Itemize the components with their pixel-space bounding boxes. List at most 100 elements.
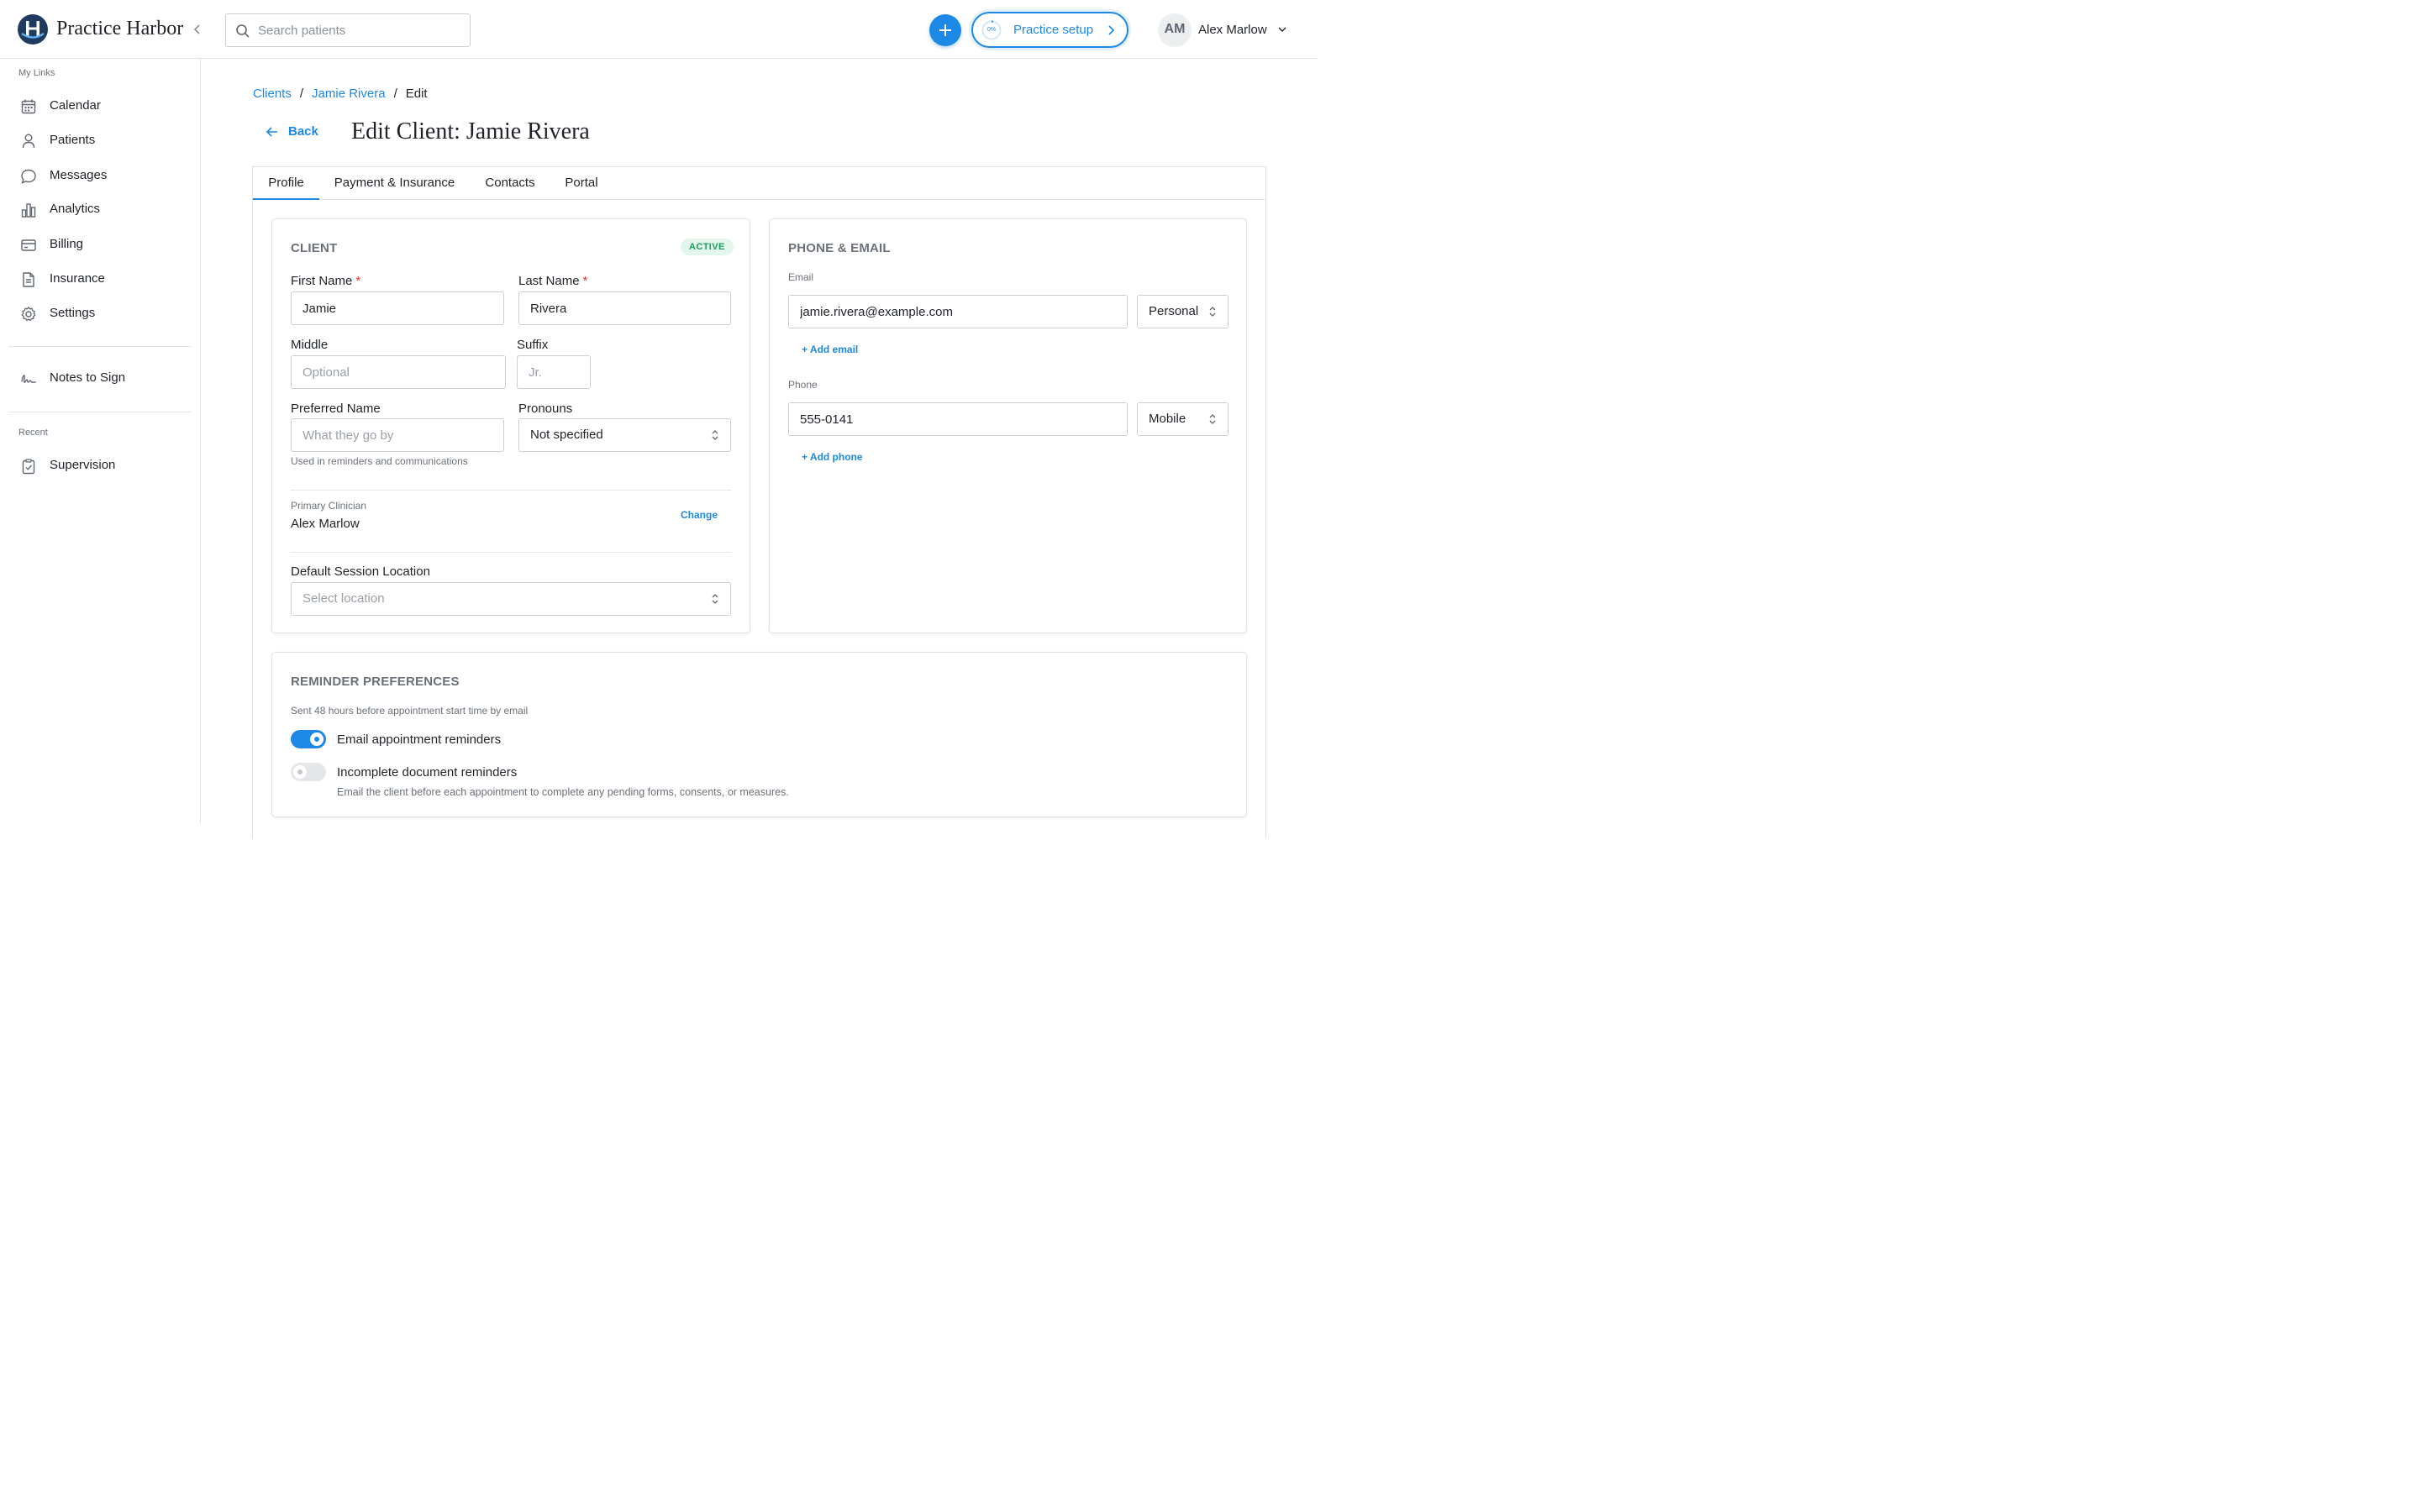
email-field[interactable] xyxy=(788,295,1128,328)
phone-label: Phone xyxy=(788,379,818,391)
search-icon xyxy=(236,24,250,38)
document-reminders-toggle[interactable] xyxy=(291,763,326,781)
section-recent: Recent xyxy=(18,428,48,438)
bar-chart-icon xyxy=(21,203,36,218)
email-label: Email xyxy=(788,271,814,283)
chat-bubble-icon xyxy=(21,169,36,184)
suffix-label: Suffix xyxy=(517,338,549,352)
client-card-title: CLIENT xyxy=(291,241,338,255)
user-name[interactable]: Alex Marlow xyxy=(1198,23,1267,37)
sidebar-item-label: Calendar xyxy=(50,98,101,113)
reminder-preferences-card: REMINDER PREFERENCES Sent 48 hours befor… xyxy=(271,652,1247,817)
phone-type-value: Mobile xyxy=(1149,412,1186,426)
preferred-name-help: Used in reminders and communications xyxy=(291,455,468,467)
practice-setup-button[interactable]: 0% Practice setup xyxy=(971,12,1128,48)
required-asterisk: * xyxy=(582,274,588,288)
practice-setup-label: Practice setup xyxy=(1013,23,1094,37)
pronouns-label: Pronouns xyxy=(518,402,573,416)
arrow-left-icon xyxy=(266,127,277,137)
patient-search[interactable] xyxy=(225,13,471,47)
phone-field[interactable] xyxy=(788,402,1128,436)
preferred-name-label: Preferred Name xyxy=(291,402,381,416)
chevron-down-icon[interactable] xyxy=(1277,25,1287,34)
suffix-field[interactable] xyxy=(517,355,591,389)
document-reminders-label: Incomplete document reminders xyxy=(337,765,518,780)
middle-name-label: Middle xyxy=(291,338,329,352)
sidebar-item-label: Insurance xyxy=(50,271,105,286)
sidebar-item-settings[interactable]: Settings xyxy=(8,300,192,328)
sidebar-item-calendar[interactable]: Calendar xyxy=(8,92,192,121)
brand-name: Practice Harbor xyxy=(56,18,184,39)
email-input[interactable] xyxy=(800,297,1116,327)
first-name-field[interactable] xyxy=(291,291,504,325)
breadcrumb-current: Edit xyxy=(405,87,428,101)
person-icon xyxy=(22,134,35,149)
phone-email-card: PHONE & EMAIL Email Personal + Add email… xyxy=(769,218,1247,633)
first-name-label: First Name * xyxy=(291,274,361,288)
divider xyxy=(291,490,731,491)
first-name-input[interactable] xyxy=(302,293,492,323)
phone-input[interactable] xyxy=(800,404,1116,434)
gear-icon xyxy=(21,307,36,322)
quick-add-button[interactable] xyxy=(929,14,961,46)
email-reminders-label: Email appointment reminders xyxy=(337,732,502,747)
chevron-updown-icon xyxy=(712,430,718,440)
setup-progress-text: 0% xyxy=(986,27,997,33)
avatar[interactable]: AM xyxy=(1158,13,1192,47)
phone-type-select[interactable]: Mobile xyxy=(1137,402,1228,436)
breadcrumb-separator: / xyxy=(393,87,397,101)
add-email-button[interactable]: + Add email xyxy=(802,344,858,355)
search-input[interactable] xyxy=(256,15,466,45)
tab-portal[interactable]: Portal xyxy=(560,167,602,200)
sidebar-item-supervision[interactable]: Supervision xyxy=(8,452,192,480)
required-asterisk: * xyxy=(355,274,361,288)
chevron-updown-icon xyxy=(712,594,718,604)
clipboard-check-icon xyxy=(22,459,35,475)
tab-bar: Profile Payment & Insurance Contacts Por… xyxy=(253,167,1265,200)
tab-payment-insurance[interactable]: Payment & Insurance xyxy=(327,167,462,200)
tab-profile[interactable]: Profile xyxy=(253,167,319,200)
email-type-value: Personal xyxy=(1149,304,1199,318)
pronouns-value: Not specified xyxy=(530,428,603,442)
page-title: Edit Client: Jamie Rivera xyxy=(351,118,590,144)
sidebar-item-messages[interactable]: Messages xyxy=(8,162,192,191)
middle-name-input[interactable] xyxy=(302,357,494,387)
sidebar-item-label: Settings xyxy=(50,306,96,320)
last-name-input[interactable] xyxy=(530,293,719,323)
toggle-knob xyxy=(310,732,324,746)
back-button[interactable]: Back xyxy=(260,119,328,144)
top-bar: Practice Harbor 0% Practice setup AM Ale… xyxy=(0,0,1318,59)
breadcrumb-client-link[interactable]: Jamie Rivera xyxy=(312,87,386,101)
sidebar-item-billing[interactable]: Billing xyxy=(8,231,192,260)
pronouns-select[interactable]: Not specified xyxy=(518,418,731,452)
session-location-select[interactable]: Select location xyxy=(291,582,731,616)
calendar-icon xyxy=(21,99,36,114)
phone-email-card-title: PHONE & EMAIL xyxy=(788,241,891,255)
session-location-placeholder: Select location xyxy=(302,591,385,606)
sidebar-item-insurance[interactable]: Insurance xyxy=(8,265,192,294)
email-reminders-toggle[interactable] xyxy=(291,730,326,748)
section-my-links: My Links xyxy=(18,68,55,78)
change-clinician-button[interactable]: Change xyxy=(681,509,718,521)
divider xyxy=(291,552,731,553)
collapse-sidebar-chevron-icon[interactable] xyxy=(190,22,205,37)
signature-icon xyxy=(21,375,36,383)
preferred-name-input[interactable] xyxy=(302,420,492,450)
document-icon xyxy=(23,272,34,287)
document-reminders-description: Email the client before each appointment… xyxy=(337,786,789,798)
sidebar-item-notes-to-sign[interactable]: Notes to Sign xyxy=(8,365,192,393)
last-name-field[interactable] xyxy=(518,291,731,325)
session-location-label: Default Session Location xyxy=(291,564,430,579)
sidebar-item-patients[interactable]: Patients xyxy=(8,127,192,155)
add-phone-button[interactable]: + Add phone xyxy=(802,451,863,463)
suffix-input[interactable] xyxy=(529,357,579,387)
credit-card-icon xyxy=(21,239,36,251)
preferred-name-field[interactable] xyxy=(291,418,504,452)
sidebar-item-analytics[interactable]: Analytics xyxy=(8,196,192,224)
tab-contacts[interactable]: Contacts xyxy=(480,167,540,200)
sidebar-item-label: Notes to Sign xyxy=(50,370,126,385)
email-type-select[interactable]: Personal xyxy=(1137,295,1228,328)
practice-harbor-logo-icon[interactable] xyxy=(18,14,48,45)
breadcrumb-clients-link[interactable]: Clients xyxy=(253,87,292,101)
middle-name-field[interactable] xyxy=(291,355,506,389)
